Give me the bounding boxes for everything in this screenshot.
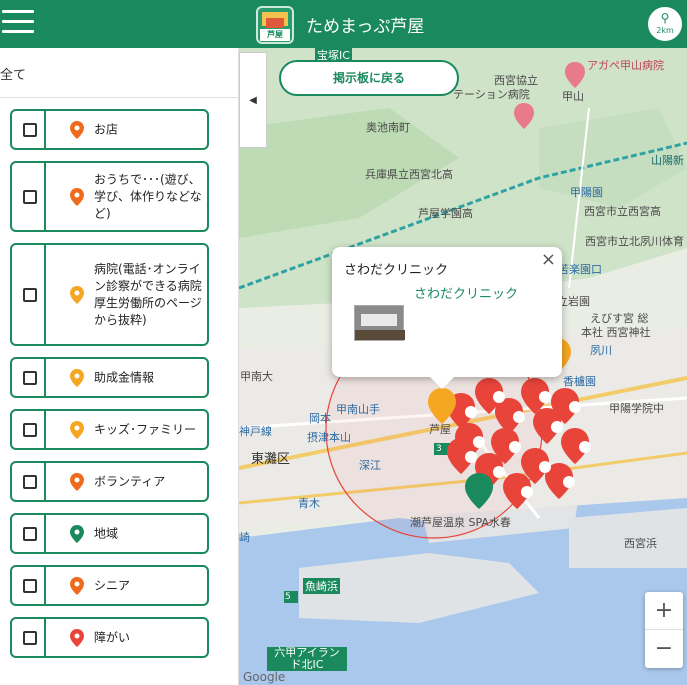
category-item-hospital[interactable]: 病院(電話･オンライン診察ができる病院 厚生労働所のページから抜粋) [10,243,209,346]
category-checkbox[interactable] [12,245,46,344]
pin-icon [70,187,84,206]
pin-icon [70,285,84,304]
category-checkbox[interactable] [12,359,46,396]
map-label: 苦楽園口 [558,263,602,276]
map-label: 崎 [239,531,250,544]
category-item-community[interactable]: 地域 [10,513,209,554]
category-label: ボランティア [94,474,166,488]
category-label: お店 [94,122,119,136]
google-logo: Google [243,670,286,684]
category-item-disability[interactable]: 障がい [10,617,209,658]
logo-label: 芦屋 [260,29,290,41]
category-item-volunteer[interactable]: ボランティア [10,461,209,502]
category-label: おうちで･･･(遊び、学び、体作りなどなど) [94,172,202,220]
back-to-board-button[interactable]: 掲示板に戻る [279,60,459,96]
map-label: 岡本 [309,412,331,425]
category-sidebar: 全て お店 おうちで･･･(遊び、学び、体作りなどなど) 病院(電話･オンライン… [0,48,239,685]
map-label: アガペ甲山病院 [587,59,664,72]
collapse-sidebar-button[interactable]: ◀ [239,52,267,148]
category-checkbox[interactable] [12,515,46,552]
map-label: 六甲アイランド北IC [267,647,347,671]
app-title: ためまっぷ芦屋 [306,17,425,37]
category-label: 地域 [94,526,119,540]
close-icon[interactable]: × [541,249,556,270]
map-label: 深江 [359,459,381,472]
zoom-control: + − [645,592,683,668]
category-label: 病院(電話･オンライン診察ができる病院 厚生労働所のページから抜粋) [94,261,202,327]
clinic-photo [354,305,405,341]
bicycle-icon: ⚲ [660,11,670,25]
map-label: 甲陽園 [570,186,603,199]
pin-icon [70,524,84,543]
map-label: 芦屋 [429,423,451,436]
map-label: 神戸線 [239,425,272,438]
map-label: 摂津本山 [307,431,351,444]
map-label: テーション病院 [453,88,530,101]
category-checkbox[interactable] [12,619,46,656]
category-label: 助成金情報 [94,370,155,384]
pin-icon [70,576,84,595]
pin-icon [70,472,84,491]
app-logo: 芦屋 [256,6,294,44]
category-checkbox[interactable] [12,411,46,448]
route-number: 3 [436,444,442,454]
place-info-popup: さわだクリニック × さわだクリニック [332,247,562,389]
map-label: 青木 [298,497,320,510]
category-checkbox[interactable] [12,111,46,148]
map-label: 香櫨園 [563,375,596,388]
app-header: 芦屋 ためまっぷ芦屋 ⚲ 2km [0,0,687,48]
map-label: 山陽新 [651,154,684,167]
category-label: 障がい [94,630,131,644]
map-label: 西宮浜 [624,537,657,550]
map-label: 兵庫県立西宮北高 [365,168,453,181]
category-item-kids[interactable]: キッズ･ファミリー [10,409,209,450]
pin-icon [70,368,84,387]
map-label: 甲南山手 [336,403,380,416]
map-label: 奥池南町 [366,121,410,134]
pin-icon [70,420,84,439]
category-checkbox[interactable] [12,567,46,604]
category-item-home[interactable]: おうちで･･･(遊び、学び、体作りなどなど) [10,161,209,232]
map-label: 甲陽学院中 [609,402,664,415]
map-label: 夙川 [590,344,612,357]
map-label: 本社 西宮神社 [581,326,651,339]
category-label: シニア [94,578,131,592]
clinic-link[interactable]: さわだクリニック [414,283,518,302]
map-label: 芦屋学園高 [418,207,473,220]
category-checkbox[interactable] [12,463,46,500]
map-view[interactable]: 宝塚IC アガペ甲山病院 西宮協立 テーション病院 奥池南町 甲山 山陽新 兵庫… [239,48,687,685]
menu-icon[interactable] [2,10,34,36]
chevron-left-icon: ◀ [249,95,257,106]
category-item-shop[interactable]: お店 [10,109,209,150]
all-categories-label[interactable]: 全て [0,64,26,83]
popup-title: さわだクリニック [344,263,449,278]
divider [0,97,239,98]
map-label: 西宮市立西宮高 [584,205,661,218]
map-label: 東灘区 [251,452,291,467]
map-label: 西宮市立北夙川体育 [585,235,684,248]
category-label: キッズ･ファミリー [94,422,197,436]
bicycle-range-button[interactable]: ⚲ 2km [646,5,684,43]
route-number: 5 [285,592,291,602]
map-label: 甲南大 [240,370,273,383]
zoom-in-button[interactable]: + [645,592,683,630]
category-checkbox[interactable] [12,163,46,230]
map-label: 甲山 [562,90,584,103]
pin-icon [70,120,84,139]
zoom-out-button[interactable]: − [645,630,683,668]
category-item-subsidy[interactable]: 助成金情報 [10,357,209,398]
range-label: 2km [656,26,674,35]
map-label: 潮芦屋温泉 SPA水春 [410,516,511,529]
category-item-senior[interactable]: シニア [10,565,209,606]
map-label: 魚崎浜 [303,578,340,594]
pin-icon [70,628,84,647]
